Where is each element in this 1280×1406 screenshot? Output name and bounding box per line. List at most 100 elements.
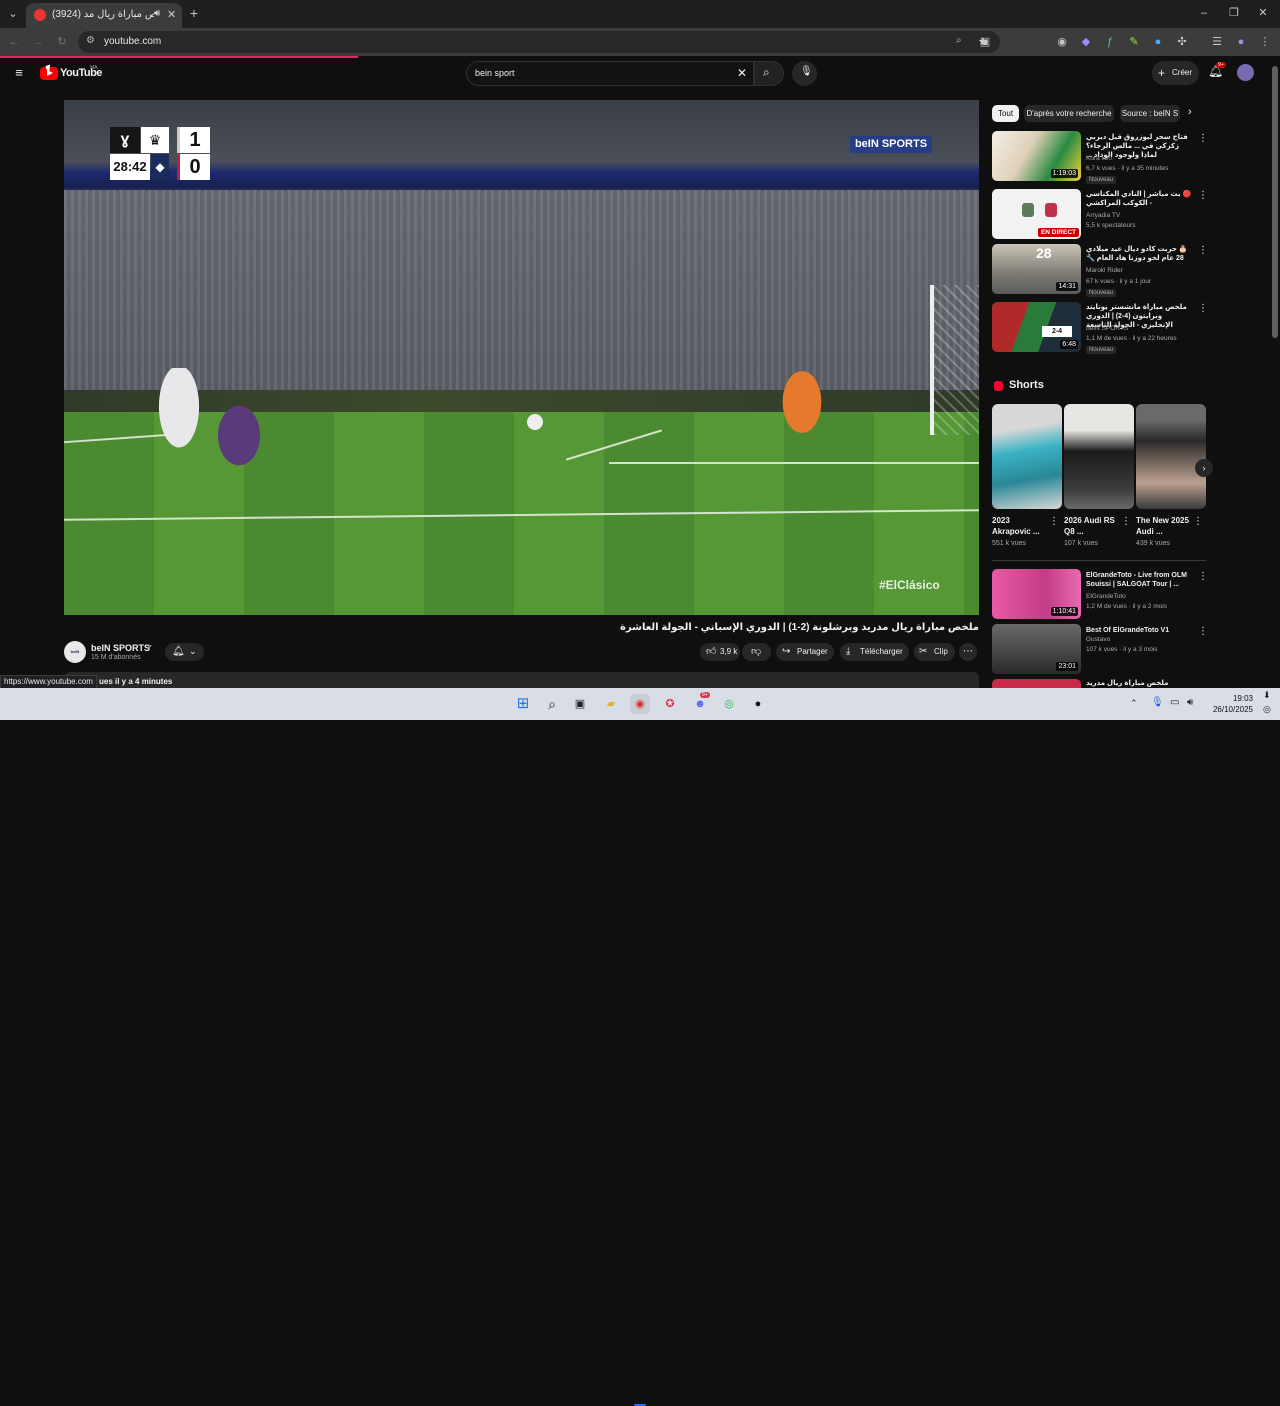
rec-title[interactable]: Best Of ElGrandeToto V1 — [1086, 626, 1194, 635]
rec-channel[interactable]: beIN SPORTS — [1086, 325, 1128, 332]
rec-thumbnail[interactable]: 1:10:41 — [992, 569, 1081, 619]
short-title[interactable]: 2023 Akrapovic ... — [992, 515, 1048, 537]
more-actions-button[interactable]: ⋯ — [959, 643, 977, 661]
minimize-icon[interactable]: – — [1196, 5, 1212, 21]
rec-thumbnail[interactable]: 23:01 — [992, 624, 1081, 674]
network-icon[interactable]: ▭ — [1170, 697, 1179, 708]
short-title[interactable]: The New 2025 Audi ... — [1136, 515, 1192, 537]
dislike-button[interactable]: 👎︎ — [742, 643, 771, 661]
extensions-puzzle-icon[interactable]: ✣ — [1174, 34, 1190, 50]
site-info-icon[interactable]: ⚙ — [86, 35, 95, 46]
install-app-icon[interactable]: ▣ — [977, 34, 993, 50]
search-query[interactable]: bein sport — [475, 68, 515, 78]
rec-menu-icon[interactable]: ⋮ — [1198, 303, 1208, 314]
guide-menu-icon[interactable]: ≡ — [11, 65, 27, 81]
short-menu-icon[interactable]: ⋮ — [1193, 516, 1203, 527]
restore-icon[interactable]: ❐ — [1226, 5, 1242, 21]
back-icon[interactable]: ← — [6, 34, 22, 50]
app-icon[interactable]: ✪ — [660, 694, 680, 714]
download-icon: ⤓ — [846, 646, 851, 657]
rec-menu-icon[interactable]: ⋮ — [1198, 626, 1208, 637]
spotify-icon[interactable]: ◎ — [719, 694, 739, 714]
short-menu-icon[interactable]: ⋮ — [1121, 516, 1131, 527]
rec-menu-icon[interactable]: ⋮ — [1198, 133, 1208, 144]
taskbar-search-icon[interactable]: ⌕ — [542, 694, 562, 714]
shorts-next-button[interactable]: › — [1195, 459, 1213, 477]
new-tab-button[interactable]: + — [186, 5, 202, 21]
clip-button[interactable]: ✂ Clip — [914, 643, 955, 661]
extension-5-icon[interactable]: ● — [1150, 34, 1166, 50]
rec-thumbnail[interactable]: 1:19:03 — [992, 131, 1081, 181]
address-bar[interactable]: ⚙ youtube.com ★ ⌕ — [78, 31, 1000, 53]
rec-channel[interactable]: ElGrandeToto — [1086, 593, 1126, 600]
like-button[interactable]: 👍︎ 3,9 k — [700, 643, 740, 661]
rec-channel[interactable]: Kora x90 — [1086, 155, 1112, 162]
rec-thumbnail[interactable]: 2-4 6:48 — [992, 302, 1081, 352]
notification-center-icon[interactable]: ⬇ — [1263, 690, 1271, 701]
browser-menu-icon[interactable]: ⋮ — [1257, 34, 1273, 50]
rec-thumbnail[interactable]: EN DIRECT — [992, 189, 1081, 239]
chip-all[interactable]: Tout — [992, 105, 1019, 122]
extension-4-icon[interactable]: ✎ — [1126, 34, 1142, 50]
search-input[interactable]: bein sport ✕ — [466, 61, 754, 86]
rec-thumbnail[interactable]: 28 14:31 — [992, 244, 1081, 294]
url-text[interactable]: youtube.com — [104, 36, 161, 47]
rec-title[interactable]: 🔴 بث مباشر | النادي المكناسي - الكوكب ال… — [1086, 190, 1194, 208]
download-button[interactable]: ⤓ Télécharger — [840, 643, 909, 661]
task-view-icon[interactable]: ▣ — [570, 694, 590, 714]
tray-chevron-icon[interactable]: ⌃ — [1130, 698, 1138, 709]
chip-related-search[interactable]: D'après votre recherche — [1024, 105, 1114, 122]
tab-audio-icon[interactable]: 🔊︎ — [154, 8, 160, 19]
forward-icon[interactable]: → — [30, 34, 46, 50]
rec-menu-icon[interactable]: ⋮ — [1198, 571, 1208, 582]
subscribe-bell-button[interactable]: 🔔︎ ⌄ — [165, 643, 204, 661]
focus-icon[interactable]: ◎ — [1263, 704, 1271, 715]
rec-title[interactable]: 🎂 حريت كادو ديال عيد ميلادي 28 عام لخو د… — [1086, 245, 1194, 263]
rec-channel[interactable]: Marokl Rider — [1086, 267, 1123, 274]
share-button[interactable]: ↪ Partager — [776, 643, 834, 661]
rec-menu-icon[interactable]: ⋮ — [1198, 245, 1208, 256]
short-title[interactable]: 2026 Audi RS Q8 ... — [1064, 515, 1120, 537]
zoom-icon[interactable]: ⌕ — [956, 35, 962, 46]
short-thumbnail[interactable] — [1136, 404, 1206, 509]
rec-menu-icon[interactable]: ⋮ — [1198, 190, 1208, 201]
account-avatar[interactable] — [1237, 64, 1254, 81]
extension-2-icon[interactable]: ◆ — [1078, 34, 1094, 50]
chip-next-icon[interactable]: › — [1188, 106, 1192, 118]
window-close-icon[interactable]: ✕ — [1255, 5, 1271, 21]
file-explorer-icon[interactable]: ▰ — [601, 694, 621, 714]
rec-channel[interactable]: Gustavo — [1086, 636, 1110, 643]
video-duration: 23:01 — [1056, 662, 1078, 671]
create-button[interactable]: + Créer — [1152, 61, 1199, 85]
extension-3-icon[interactable]: ƒ — [1102, 34, 1118, 50]
team-crest-icon — [1045, 203, 1057, 217]
clear-search-icon[interactable]: ✕ — [737, 66, 747, 80]
taskbar-clock[interactable]: 19:03 26/10/2025 — [1209, 693, 1253, 715]
extension-1-icon[interactable]: ◉ — [1054, 34, 1070, 50]
rec-title[interactable]: ملخص مباراة ريال مدريد وبرشلونة (2-3) | — [1086, 679, 1194, 688]
mic-tray-icon[interactable]: 🎙︎ — [1151, 697, 1164, 708]
short-menu-icon[interactable]: ⋮ — [1049, 516, 1059, 527]
scrollbar-thumb[interactable] — [1272, 66, 1278, 338]
channel-name[interactable]: beIN SPORTS — [91, 643, 150, 653]
browser-tab[interactable]: (3924) ملخص مباراة ريال مد 🔊︎ ✕ — [26, 3, 182, 28]
steam-icon[interactable]: ● — [748, 694, 768, 714]
windows-start-icon[interactable]: ⊞ — [513, 694, 533, 714]
rec-channel[interactable]: Arryadia TV — [1086, 212, 1120, 219]
short-thumbnail[interactable] — [992, 404, 1062, 509]
chip-source[interactable]: Source : beIN S — [1120, 105, 1180, 122]
profile-avatar-icon[interactable]: ● — [1233, 34, 1249, 50]
reload-icon[interactable]: ↻ — [54, 34, 70, 50]
tab-close-icon[interactable]: ✕ — [167, 8, 176, 21]
reading-list-icon[interactable]: ☰ — [1209, 34, 1225, 50]
video-player[interactable]: ɣ ♛ 1 28:42 ◆ 0 beIN SPORTS #ElClásico — [64, 100, 979, 615]
short-thumbnail[interactable] — [1064, 404, 1134, 509]
volume-icon[interactable]: 🔊︎ — [1187, 697, 1193, 708]
rec-title[interactable]: ElGrandeToto - Live from OLM Souissi | S… — [1086, 571, 1194, 589]
voice-search-button[interactable]: 🎙︎ — [792, 61, 817, 86]
search-button[interactable]: ⌕ — [754, 61, 784, 86]
chrome-icon[interactable]: ◉ — [630, 694, 650, 714]
channel-avatar[interactable]: beIN SPORTS — [64, 641, 86, 663]
tab-search-icon[interactable]: ⌄ — [5, 6, 21, 22]
rec-thumbnail[interactable] — [992, 679, 1081, 688]
